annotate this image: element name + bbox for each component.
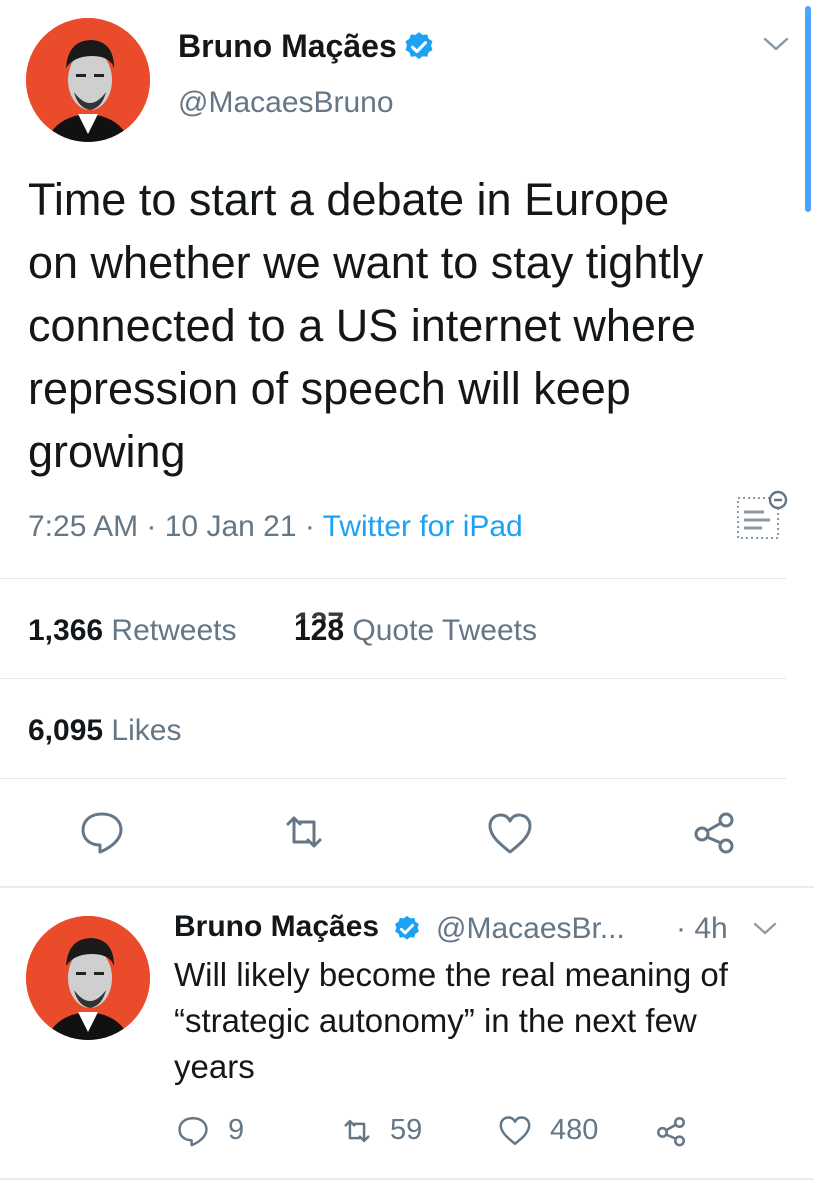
chevron-down-icon[interactable] <box>762 34 790 54</box>
share-icon[interactable] <box>654 1114 688 1148</box>
reply-author-avatar[interactable] <box>26 916 150 1040</box>
divider <box>0 778 786 779</box>
retweets-label: Retweets <box>111 614 237 647</box>
tweet-text: Time to start a debate in Europe on whet… <box>28 174 704 477</box>
share-icon[interactable] <box>690 808 738 856</box>
retweet-icon[interactable] <box>340 1114 374 1148</box>
quote-tweets-stat[interactable]: 128 127 Quote Tweets <box>294 607 537 648</box>
tweet-separator <box>0 1178 814 1180</box>
retweets-stat[interactable]: 1,366 Retweets <box>28 614 236 648</box>
tweet-date[interactable]: 10 Jan 21 <box>165 510 297 543</box>
likes-label: Likes <box>111 714 182 747</box>
likes-count: 6,095 <box>28 714 104 747</box>
tweet-source[interactable]: Twitter for iPad <box>323 510 523 543</box>
reply-icon[interactable] <box>176 1114 210 1148</box>
avatar-portrait <box>26 916 150 1040</box>
retweet-count: 59 <box>390 1114 423 1146</box>
author-handle[interactable]: @MacaesBruno <box>178 86 394 120</box>
analytics-icon[interactable] <box>734 490 790 546</box>
avatar-portrait <box>26 18 150 142</box>
meta-separator: · <box>146 510 165 543</box>
tweet-time: 7:25 AM <box>28 510 139 543</box>
reply-time[interactable]: · 4h <box>676 912 728 946</box>
chevron-down-icon[interactable] <box>752 920 778 938</box>
tweet-meta: 7:25 AM · 10 Jan 21 · Twitter for iPad <box>28 510 523 544</box>
divider <box>0 578 786 579</box>
quote-label: Quote Tweets <box>352 614 537 647</box>
scrollbar[interactable] <box>805 6 811 212</box>
reply-icon[interactable] <box>78 808 126 856</box>
retweet-icon[interactable] <box>280 808 328 856</box>
like-count: 480 <box>550 1114 599 1146</box>
verified-badge-icon <box>395 915 419 940</box>
reply-count: 9 <box>228 1114 245 1146</box>
like-icon[interactable] <box>498 1114 532 1148</box>
verified-badge-icon <box>405 32 433 60</box>
retweets-count: 1,366 <box>28 614 104 647</box>
reply-author-name[interactable]: Bruno Maçães <box>174 910 379 944</box>
divider <box>0 678 786 679</box>
author-name[interactable]: Bruno Maçães <box>178 28 397 65</box>
tweet-separator <box>0 886 814 888</box>
meta-separator: · <box>304 510 323 543</box>
reply-text: Will likely become the real meaning of “… <box>174 956 728 1085</box>
reply-author-handle[interactable]: @MacaesBr... <box>436 912 625 946</box>
likes-stat[interactable]: 6,095 Likes <box>28 714 181 748</box>
author-avatar[interactable] <box>26 18 150 142</box>
like-icon[interactable] <box>486 810 534 858</box>
